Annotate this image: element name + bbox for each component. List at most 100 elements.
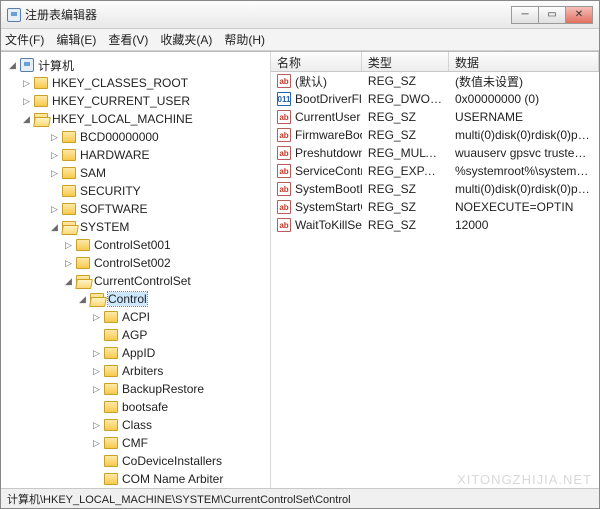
tree-node-label: ControlSet001 (94, 238, 171, 252)
tree-node[interactable]: CoDeviceInstallers (1, 452, 270, 470)
maximize-button[interactable]: ▭ (538, 6, 566, 24)
menu-favorites[interactable]: 收藏夹(A) (160, 31, 212, 48)
expander-icon[interactable]: ◢ (49, 222, 60, 233)
value-row[interactable]: abSystemStartOp... REG_SZ NOEXECUTE=OPTI… (271, 198, 599, 216)
tree-node[interactable]: ▷ ControlSet002 (1, 254, 270, 272)
col-name[interactable]: 名称 (271, 52, 362, 71)
value-data: %systemroot%\system32\ (449, 164, 599, 178)
expander-icon[interactable]: ▷ (91, 420, 102, 431)
expander-icon[interactable] (91, 474, 102, 485)
value-list[interactable]: 名称 类型 数据 ab(默认) REG_SZ (数值未设置) 011BootDr… (271, 52, 599, 488)
expander-icon[interactable] (91, 402, 102, 413)
folder-icon (104, 437, 118, 449)
menu-edit[interactable]: 编辑(E) (56, 31, 96, 48)
expander-icon[interactable]: ▷ (49, 150, 60, 161)
tree-node[interactable]: SECURITY (1, 182, 270, 200)
folder-icon (34, 77, 48, 89)
tree-node[interactable]: ◢ HKEY_LOCAL_MACHINE (1, 110, 270, 128)
expander-icon[interactable]: ▷ (49, 132, 60, 143)
value-name: CurrentUser (295, 110, 360, 124)
tree-node[interactable]: ▷ ControlSet001 (1, 236, 270, 254)
value-row[interactable]: ab(默认) REG_SZ (数值未设置) (271, 72, 599, 90)
minimize-button[interactable]: ─ (511, 6, 539, 24)
expander-icon[interactable]: ◢ (7, 60, 18, 71)
tree-node-label: Control (108, 292, 147, 306)
value-row[interactable]: abSystemBootDe... REG_SZ multi(0)disk(0)… (271, 180, 599, 198)
folder-icon (104, 347, 118, 359)
close-button[interactable]: ✕ (565, 6, 593, 24)
tree-node[interactable]: COM Name Arbiter (1, 470, 270, 488)
value-type: REG_SZ (362, 110, 449, 124)
menu-file[interactable]: 文件(F) (5, 31, 44, 48)
value-name: FirmwareBoot... (295, 128, 362, 142)
folder-icon (104, 383, 118, 395)
registry-tree[interactable]: ◢ 计算机 ▷ HKEY_CLASSES_ROOT ▷ HKEY_CURRENT… (1, 52, 271, 488)
tree-node[interactable]: ▷ Arbiters (1, 362, 270, 380)
expander-icon[interactable]: ▷ (49, 204, 60, 215)
tree-node-label: SAM (80, 166, 106, 180)
expander-icon[interactable]: ▷ (21, 78, 32, 89)
value-name: ServiceControl... (295, 164, 362, 178)
menu-help[interactable]: 帮助(H) (224, 31, 265, 48)
tree-node[interactable]: ▷ SOFTWARE (1, 200, 270, 218)
tree-node[interactable]: ▷ SAM (1, 164, 270, 182)
tree-node[interactable]: bootsafe (1, 398, 270, 416)
expander-icon[interactable]: ▷ (63, 240, 74, 251)
tree-node[interactable]: ▷ HKEY_CLASSES_ROOT (1, 74, 270, 92)
tree-node[interactable]: ◢ SYSTEM (1, 218, 270, 236)
value-type: REG_SZ (362, 128, 449, 142)
expander-icon[interactable]: ▷ (91, 312, 102, 323)
expander-icon[interactable] (49, 186, 60, 197)
expander-icon[interactable]: ◢ (77, 294, 88, 305)
folder-icon (62, 131, 76, 143)
tree-node-label: CoDeviceInstallers (122, 454, 222, 468)
tree-node[interactable]: ◢ 计算机 (1, 56, 270, 74)
value-row[interactable]: abServiceControl... REG_EXPAND_SZ %syste… (271, 162, 599, 180)
expander-icon[interactable]: ▷ (63, 258, 74, 269)
tree-node[interactable]: ◢ CurrentControlSet (1, 272, 270, 290)
menu-view[interactable]: 查看(V) (108, 31, 148, 48)
value-data: multi(0)disk(0)rdisk(0)partit (449, 128, 599, 142)
value-row[interactable]: abPreshutdownO... REG_MULTI_SZ wuauserv … (271, 144, 599, 162)
tree-node[interactable]: ▷ ACPI (1, 308, 270, 326)
tree-node[interactable]: ▷ AppID (1, 344, 270, 362)
tree-node-label: 计算机 (38, 57, 74, 74)
computer-icon (20, 58, 34, 72)
col-data[interactable]: 数据 (449, 52, 599, 71)
tree-node[interactable]: ▷ BCD00000000 (1, 128, 270, 146)
value-name: (默认) (295, 73, 327, 90)
expander-icon[interactable]: ▷ (49, 168, 60, 179)
tree-node[interactable]: ▷ BackupRestore (1, 380, 270, 398)
tree-node[interactable]: ▷ HARDWARE (1, 146, 270, 164)
expander-icon[interactable]: ▷ (91, 384, 102, 395)
value-row[interactable]: abFirmwareBoot... REG_SZ multi(0)disk(0)… (271, 126, 599, 144)
list-header[interactable]: 名称 类型 数据 (271, 52, 599, 72)
value-row[interactable]: abWaitToKillServi... REG_SZ 12000 (271, 216, 599, 234)
window-title: 注册表编辑器 (25, 6, 512, 23)
expander-icon[interactable]: ◢ (63, 276, 74, 287)
expander-icon[interactable]: ▷ (91, 366, 102, 377)
tree-node[interactable]: AGP (1, 326, 270, 344)
tree-node[interactable]: ▷ Class (1, 416, 270, 434)
tree-node[interactable]: ▷ CMF (1, 434, 270, 452)
value-row[interactable]: 011BootDriverFlags REG_DWORD 0x00000000 … (271, 90, 599, 108)
tree-node[interactable]: ◢ Control (1, 290, 270, 308)
expander-icon[interactable] (91, 456, 102, 467)
expander-icon[interactable]: ▷ (91, 348, 102, 359)
string-value-icon: ab (277, 200, 291, 214)
expander-icon[interactable] (91, 330, 102, 341)
tree-node-label: ControlSet002 (94, 256, 171, 270)
tree-node[interactable]: ▷ HKEY_CURRENT_USER (1, 92, 270, 110)
titlebar[interactable]: 注册表编辑器 ─ ▭ ✕ (1, 1, 599, 29)
tree-node-label: SECURITY (80, 184, 141, 198)
expander-icon[interactable]: ▷ (21, 96, 32, 107)
folder-icon (34, 95, 48, 107)
folder-open-icon (62, 221, 76, 233)
folder-icon (62, 149, 76, 161)
value-name: BootDriverFlags (295, 92, 362, 106)
expander-icon[interactable]: ◢ (21, 114, 32, 125)
expander-icon[interactable]: ▷ (91, 438, 102, 449)
value-row[interactable]: abCurrentUser REG_SZ USERNAME (271, 108, 599, 126)
col-type[interactable]: 类型 (362, 52, 449, 71)
value-type: REG_SZ (362, 74, 449, 88)
